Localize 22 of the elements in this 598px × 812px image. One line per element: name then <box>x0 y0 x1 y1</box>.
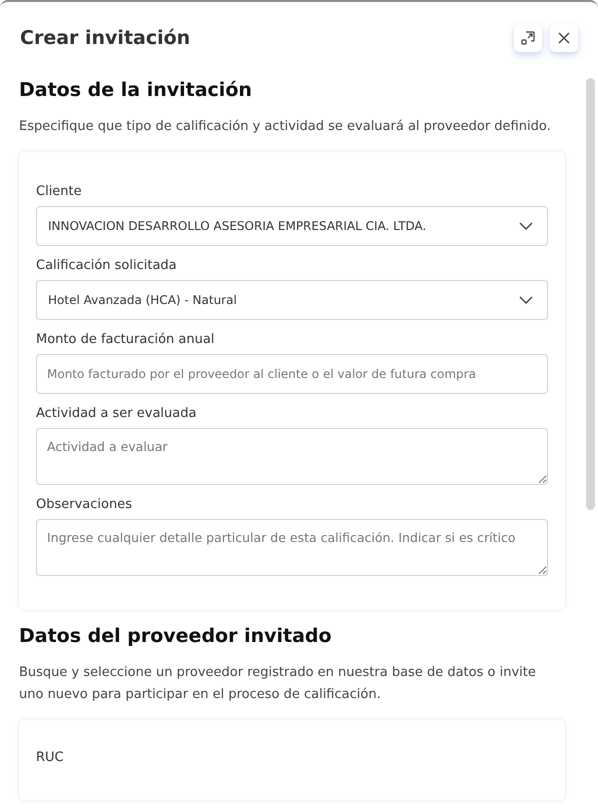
close-icon <box>558 32 570 44</box>
section-description: Especifique que tipo de calificación y actividad se evaluará al proveedor definido. <box>19 118 552 136</box>
section-title: Datos de la invitación <box>19 78 253 102</box>
chevron-down-icon <box>519 222 533 230</box>
field-label: Actividad a ser evaluada <box>36 406 198 422</box>
text-area[interactable]: Actividad a evaluar <box>36 428 548 485</box>
field-label: RUC <box>36 750 65 766</box>
dialog-title: Crear invitación <box>20 27 190 49</box>
field-label: Monto de facturación anual <box>36 332 216 348</box>
select-field[interactable]: INNOVACION DESARROLLO ASESORIA EMPRESARIAL CIA. LTDA. <box>36 206 548 246</box>
field-label: Observaciones <box>36 497 133 513</box>
section-description: Busque y seleccione un proveedor registrado en nuestra base de datos o invite uno nuevo para participar en el proceso de calificación. <box>19 664 537 704</box>
field-label: Cliente <box>36 184 83 200</box>
select-field[interactable]: Hotel Avanzada (HCA) - Natural <box>36 280 548 320</box>
text-area[interactable]: Ingrese cualquier detalle particular de esta calificación. Indicar si es crítico <box>36 519 548 576</box>
input-field[interactable]: Monto facturado por el proveedor al cliente o el valor de futura compra <box>36 354 548 394</box>
close-button[interactable] <box>550 24 578 52</box>
expand-button[interactable] <box>514 24 542 52</box>
field-label: Calificación solicitada <box>36 258 178 274</box>
chevron-down-icon <box>519 296 533 304</box>
section-title: Datos del proveedor invitado <box>19 624 333 648</box>
expand-icon <box>521 31 535 45</box>
